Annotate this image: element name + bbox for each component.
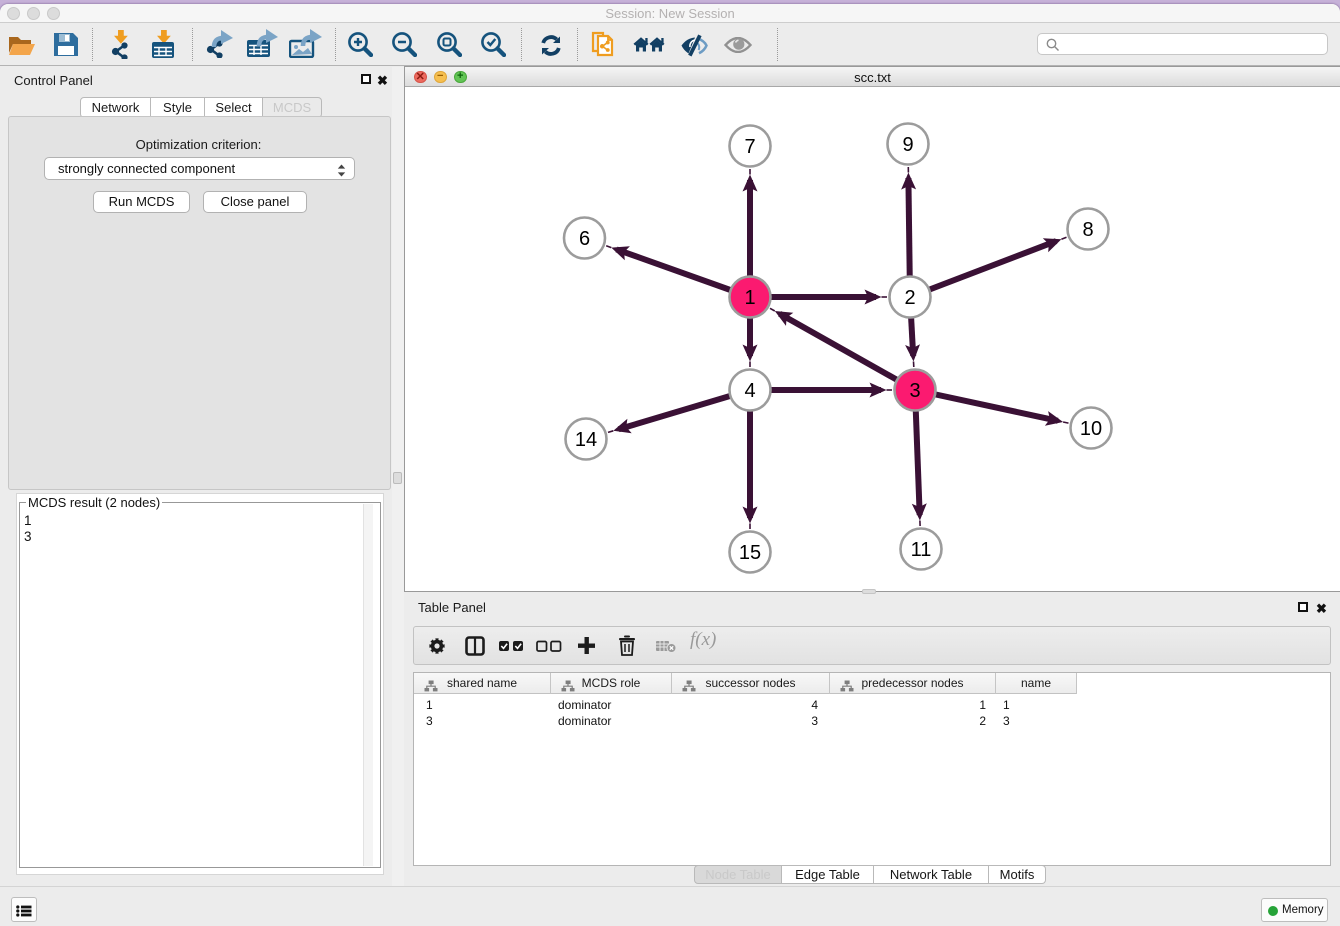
svg-text:11: 11	[911, 539, 932, 561]
svg-text:15: 15	[739, 542, 761, 564]
svg-text:10: 10	[1080, 418, 1102, 440]
svg-text:14: 14	[575, 429, 597, 451]
svg-text:7: 7	[744, 136, 755, 158]
svg-text:8: 8	[1082, 219, 1093, 241]
svg-text:9: 9	[902, 134, 913, 156]
svg-text:3: 3	[909, 380, 920, 402]
svg-text:4: 4	[744, 380, 755, 402]
svg-text:2: 2	[904, 287, 915, 309]
svg-text:6: 6	[579, 228, 590, 250]
svg-text:1: 1	[744, 287, 755, 309]
